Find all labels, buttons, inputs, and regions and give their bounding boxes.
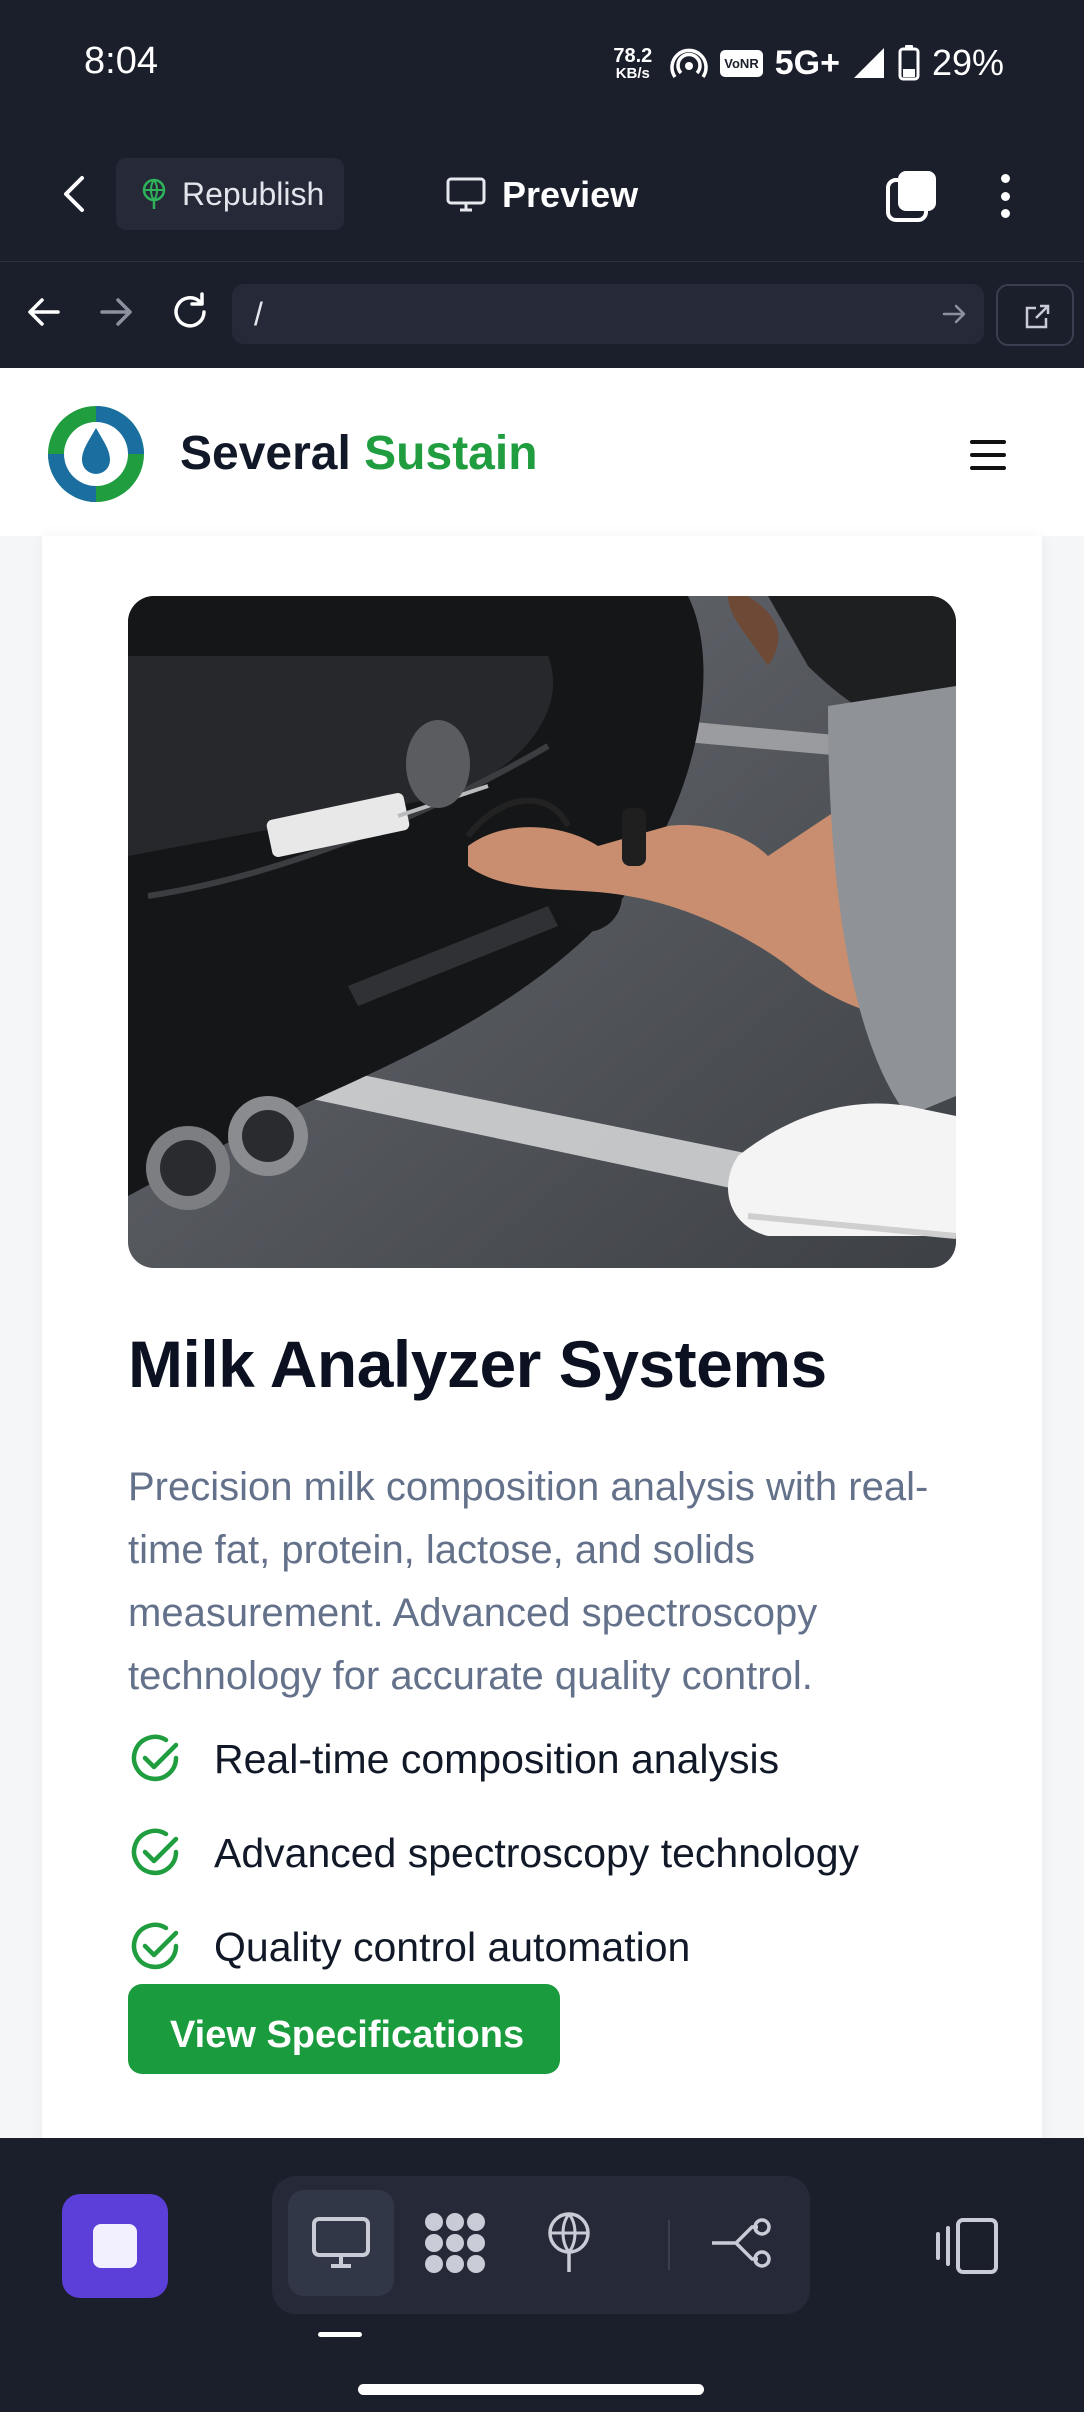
reload-icon[interactable] [168, 290, 212, 334]
feature-label: Real-time composition analysis [214, 1735, 780, 1782]
editor-top-bar: Republish Preview [0, 128, 1084, 262]
bottom-toolbar [0, 2138, 1084, 2412]
battery-percent: 29% [931, 42, 1004, 83]
network-speed-value: 78.2 [613, 44, 653, 67]
feature-item: Real-time composition analysis [128, 1712, 859, 1806]
monitor-icon [446, 177, 486, 212]
check-circle-icon [131, 1922, 179, 1970]
globe-pin-icon [548, 2212, 590, 2272]
workflow-button[interactable] [688, 2190, 794, 2296]
home-gesture-bar[interactable] [358, 2384, 704, 2395]
network-speed: 78.2 KB/s [613, 46, 652, 81]
tabs-icon[interactable] [884, 168, 940, 224]
url-input[interactable]: / [232, 284, 984, 344]
publish-button[interactable] [516, 2190, 622, 2296]
preview-label: Preview [502, 174, 639, 215]
check-circle-icon [131, 1828, 179, 1876]
url-bar: / [0, 262, 1084, 368]
product-photo [128, 596, 956, 1268]
monitor-icon [312, 2217, 370, 2268]
check-circle-icon [131, 1734, 179, 1782]
site-preview: Several Sustain Milk Analyzer Systems Pr… [0, 368, 1084, 2138]
external-link-icon [1025, 304, 1050, 329]
stop-button[interactable] [62, 2194, 168, 2298]
go-arrow-icon[interactable] [940, 300, 968, 328]
status-time: 8:04 [84, 40, 158, 82]
apps-grid-button[interactable] [402, 2190, 508, 2296]
more-menu-icon[interactable] [990, 168, 1020, 224]
arrow-left-icon[interactable] [22, 290, 66, 334]
toolbar-divider [668, 2220, 670, 2270]
hotspot-icon [670, 48, 709, 78]
view-specifications-button[interactable]: View Specifications [128, 1984, 560, 2074]
status-indicators: 78.2 KB/s VoNR 5G+ 29% [613, 38, 1004, 88]
site-header: Several Sustain [0, 368, 1084, 536]
globe-pin-icon [142, 178, 166, 209]
open-external-button[interactable] [996, 284, 1074, 346]
url-text: / [254, 296, 263, 332]
signal-icon [853, 48, 884, 78]
side-panel-icon[interactable] [932, 2214, 1002, 2278]
feature-label: Advanced spectroscopy technology [214, 1829, 860, 1876]
arrow-right-icon[interactable] [94, 290, 138, 334]
network-type: 5G+ [774, 43, 840, 82]
logo-icon[interactable] [46, 404, 146, 504]
brand-name-first: Several [180, 427, 351, 480]
network-speed-unit: KB/s [615, 64, 650, 82]
republish-button[interactable]: Republish [116, 158, 344, 230]
grid-icon [425, 2213, 485, 2273]
active-tab-indicator [318, 2332, 362, 2337]
feature-item: Quality control automation [128, 1900, 859, 1994]
status-bar: 8:04 78.2 KB/s VoNR 5G+ 29% [0, 0, 1084, 128]
share-nodes-icon [712, 2218, 771, 2268]
product-card: Milk Analyzer Systems Precision milk com… [42, 536, 1042, 2138]
feature-label: Quality control automation [214, 1923, 691, 1970]
feature-item: Advanced spectroscopy technology [128, 1806, 859, 1900]
brand-name[interactable]: Several Sustain [180, 426, 538, 481]
menu-icon[interactable] [970, 440, 1006, 470]
feature-list: Real-time composition analysis Advanced … [128, 1712, 859, 1994]
view-mode-group [272, 2176, 810, 2314]
republish-label: Republish [182, 175, 325, 212]
stop-icon [93, 2224, 137, 2268]
preview-toggle[interactable]: Preview [446, 168, 638, 222]
desktop-view-button[interactable] [288, 2190, 394, 2296]
vonr-badge: VoNR [720, 49, 763, 77]
battery-icon [898, 45, 920, 81]
product-title: Milk Analyzer Systems [128, 1327, 827, 1401]
brand-name-second: Sustain [364, 427, 538, 480]
product-description: Precision milk composition analysis with… [128, 1465, 929, 1698]
back-icon[interactable] [54, 172, 94, 216]
